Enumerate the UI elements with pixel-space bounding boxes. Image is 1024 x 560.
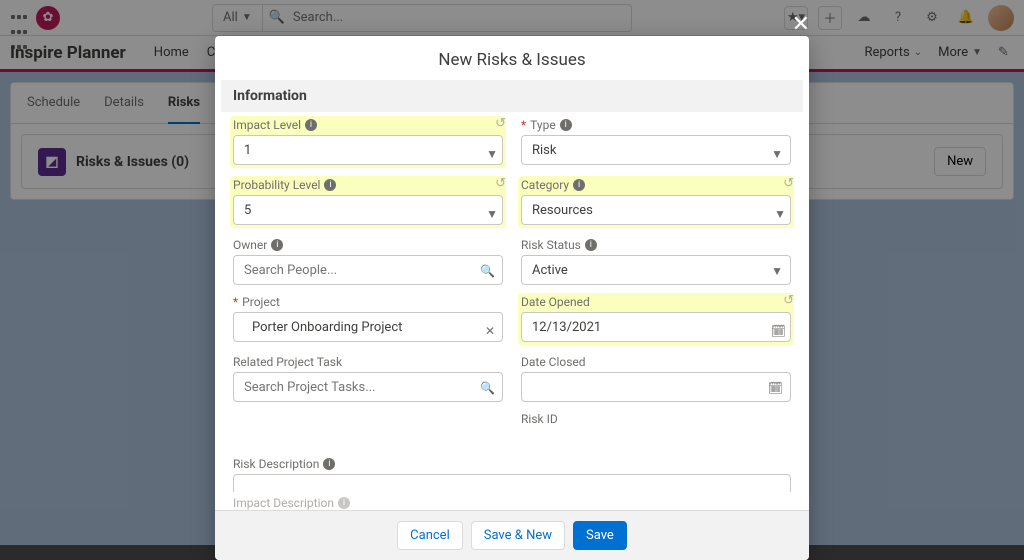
project-label: Project [242, 295, 280, 309]
section-information: Information [221, 80, 803, 112]
field-owner: Owner i 🔍 [233, 238, 503, 285]
field-impact-level: Impact Level i ↺ ▼ [230, 116, 506, 168]
risk-description-textarea[interactable] [233, 474, 791, 492]
undo-icon[interactable]: ↺ [783, 293, 794, 308]
field-probability-level: Probability Level i ↺ ▼ [230, 176, 506, 228]
date-opened-label: Date Opened [521, 295, 590, 309]
info-icon[interactable]: i [323, 458, 335, 470]
owner-lookup[interactable] [233, 255, 503, 285]
cancel-button[interactable]: Cancel [397, 521, 463, 550]
field-risk-status: Risk Status i ▼ [521, 238, 791, 285]
risk-desc-label: Risk Description [233, 457, 319, 471]
modal-close-button[interactable]: ✕ [792, 12, 810, 37]
field-related-task: Related Project Task 🔍 [233, 355, 503, 402]
modal-title: New Risks & Issues [215, 36, 809, 80]
risk-status-select[interactable] [521, 255, 791, 285]
field-category: Category i ↺ ▼ [518, 176, 794, 228]
probability-label: Probability Level [233, 178, 320, 192]
field-date-closed: Date Closed 🗓 [521, 355, 791, 402]
modal-footer: Cancel Save & New Save [215, 510, 809, 560]
category-label: Category [521, 178, 569, 192]
info-icon[interactable]: i [305, 119, 317, 131]
info-icon[interactable]: i [324, 179, 336, 191]
related-task-lookup[interactable] [233, 372, 503, 402]
field-risk-description: Risk Description i [233, 457, 791, 492]
field-risk-id: Risk ID [521, 412, 791, 429]
undo-icon[interactable]: ↺ [495, 116, 506, 131]
undo-icon[interactable]: ↺ [783, 176, 794, 191]
save-and-new-button[interactable]: Save & New [471, 521, 565, 550]
new-risk-modal: New Risks & Issues Information Impact Le… [215, 36, 809, 560]
probability-level-select[interactable] [233, 195, 503, 225]
owner-label: Owner [233, 238, 267, 252]
info-icon[interactable]: i [271, 239, 283, 251]
risk-status-label: Risk Status [521, 238, 581, 252]
info-icon[interactable]: i [573, 179, 585, 191]
info-icon: i [338, 497, 350, 509]
date-opened-input[interactable] [521, 312, 791, 342]
field-impact-description-faded: Impact Description i [215, 496, 809, 510]
save-button[interactable]: Save [573, 521, 627, 550]
related-task-label: Related Project Task [233, 355, 342, 369]
info-icon[interactable]: i [585, 239, 597, 251]
field-type: *Type i ▼ [521, 118, 791, 168]
impact-label: Impact Level [233, 118, 301, 132]
undo-icon[interactable]: ↺ [495, 176, 506, 191]
field-project: *Project ✕ [233, 295, 503, 345]
type-label: Type [530, 118, 556, 132]
project-lookup[interactable] [233, 312, 503, 342]
category-select[interactable] [521, 195, 791, 225]
risk-id-label: Risk ID [521, 412, 558, 426]
date-closed-label: Date Closed [521, 355, 586, 369]
type-select[interactable] [521, 135, 791, 165]
info-icon[interactable]: i [560, 119, 572, 131]
impact-level-select[interactable] [233, 135, 503, 165]
field-date-opened: Date Opened ↺ 🗓 [518, 293, 794, 345]
date-closed-input[interactable] [521, 372, 791, 402]
